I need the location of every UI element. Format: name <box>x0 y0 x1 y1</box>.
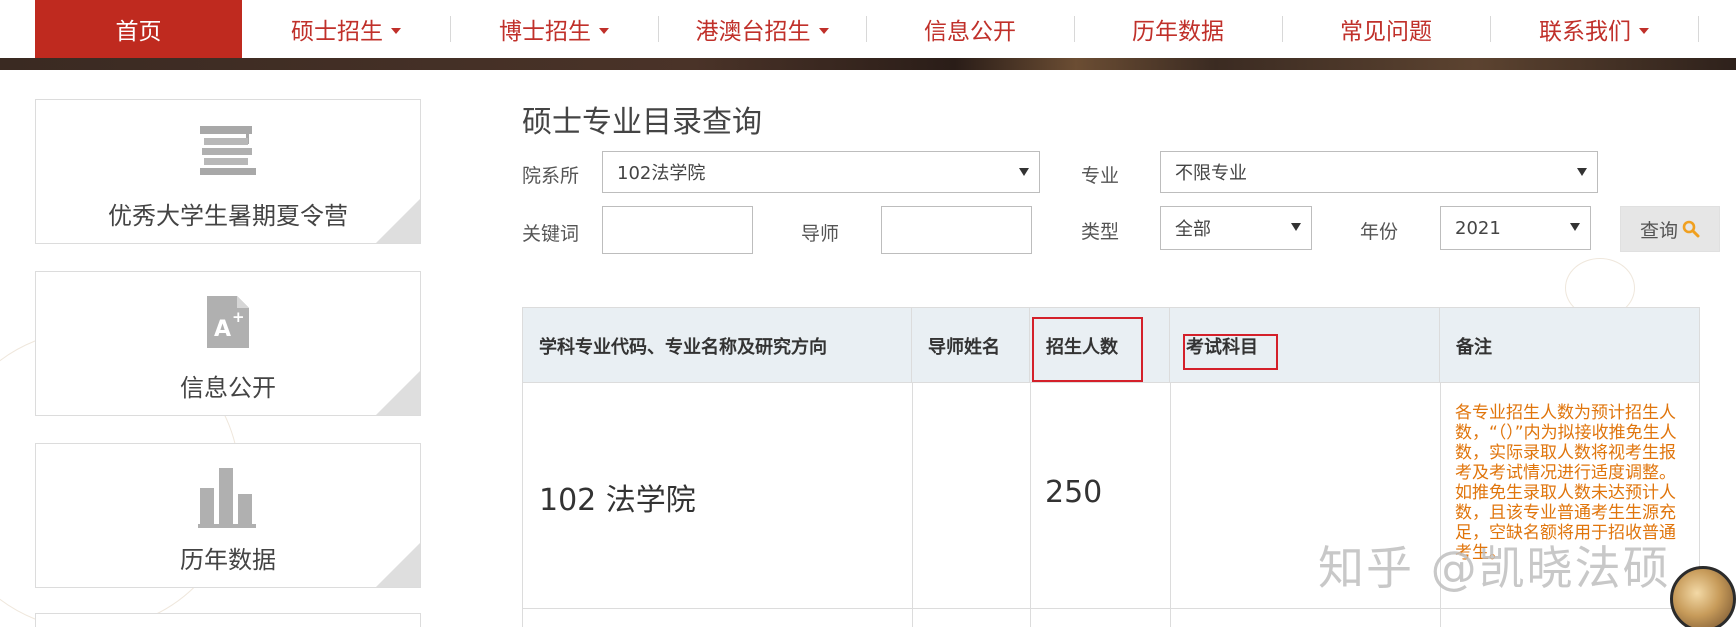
chevron-down-icon <box>1639 28 1649 34</box>
nav-item-label: 信息公开 <box>924 19 1016 45</box>
department-select[interactable]: 102法学院 <box>602 151 1040 193</box>
avatar <box>1670 566 1736 627</box>
year-label: 年份 <box>1360 221 1399 243</box>
nav-item-label: 历年数据 <box>1132 19 1224 45</box>
nav-item-hk-macao-taiwan[interactable]: 港澳台招生 <box>658 0 866 58</box>
column-header-advisor: 导师姓名 <box>912 308 1030 383</box>
major-select[interactable]: 不限专业 <box>1160 151 1598 193</box>
page-title: 硕士专业目录查询 <box>522 105 762 140</box>
bar-chart-icon <box>36 466 420 528</box>
keyword-label: 关键词 <box>522 223 580 245</box>
table-cell-enrollment: 250 <box>1045 475 1103 510</box>
nav-item-label: 硕士招生 <box>291 19 383 45</box>
dropdown-arrow-icon <box>1570 223 1580 231</box>
nav-item-label: 港澳台招生 <box>695 19 811 45</box>
table-cell-major: 102 法学院 <box>539 483 696 518</box>
column-divider <box>1170 383 1171 627</box>
dropdown-arrow-icon <box>1019 168 1029 176</box>
nav-item-home[interactable]: 首页 <box>35 0 242 58</box>
nav-divider <box>1698 16 1699 42</box>
column-divider <box>912 383 913 627</box>
card-corner <box>376 543 420 587</box>
sidebar-card-summer-camp[interactable]: 优秀大学生暑期夏令营 <box>35 99 421 244</box>
chevron-down-icon <box>599 28 609 34</box>
dropdown-arrow-icon <box>1291 223 1301 231</box>
watermark: 知乎 @凯晓法硕 <box>1318 541 1671 595</box>
keyword-input[interactable] <box>602 206 753 254</box>
nav-item-info-disclosure[interactable]: 信息公开 <box>866 0 1074 58</box>
query-button[interactable]: 查询 <box>1620 206 1720 252</box>
nav-item-label: 首页 <box>115 19 162 45</box>
year-select-value: 2021 <box>1455 217 1501 239</box>
major-select-value: 不限专业 <box>1175 163 1247 184</box>
sidebar-card-history-data[interactable]: 历年数据 <box>35 443 421 588</box>
major-label: 专业 <box>1081 165 1120 187</box>
nav-item-contact[interactable]: 联系我们 <box>1490 0 1698 58</box>
department-label: 院系所 <box>522 165 580 187</box>
sidebar-card-label: 历年数据 <box>180 546 276 574</box>
chevron-down-icon <box>391 28 401 34</box>
sidebar-card-label: 优秀大学生暑期夏令营 <box>108 202 348 230</box>
type-select-value: 全部 <box>1175 219 1211 240</box>
document-a-plus-icon: A + <box>36 294 420 350</box>
type-label: 类型 <box>1081 221 1120 243</box>
department-select-value: 102法学院 <box>617 163 706 184</box>
nav-item-label: 博士招生 <box>499 19 591 45</box>
sidebar-card-next[interactable] <box>35 613 421 627</box>
nav-item-label: 常见问题 <box>1340 19 1432 45</box>
dropdown-arrow-icon <box>1577 168 1587 176</box>
advisor-input[interactable] <box>881 206 1032 254</box>
advisor-label: 导师 <box>801 223 840 245</box>
sidebar-card-label: 信息公开 <box>180 374 276 402</box>
column-header-major: 学科专业代码、专业名称及研究方向 <box>523 308 912 383</box>
banner-strip <box>0 58 1736 70</box>
row-divider <box>523 608 1699 609</box>
card-corner <box>376 199 420 243</box>
highlight-box-enrollment <box>1032 317 1143 382</box>
query-button-label: 查询 <box>1639 219 1678 242</box>
highlight-box-exam-subjects <box>1183 334 1278 370</box>
year-select[interactable]: 2021 <box>1440 206 1591 250</box>
nav-item-doctor-admission[interactable]: 博士招生 <box>450 0 658 58</box>
card-corner <box>376 371 420 415</box>
svg-text:+: + <box>232 308 245 326</box>
graduation-cap-books-icon <box>36 122 420 178</box>
nav-item-faq[interactable]: 常见问题 <box>1282 0 1490 58</box>
nav-item-master-admission[interactable]: 硕士招生 <box>242 0 450 58</box>
column-header-note: 备注 <box>1456 336 1492 358</box>
chevron-down-icon <box>818 28 829 34</box>
svg-text:A: A <box>214 317 231 342</box>
type-select[interactable]: 全部 <box>1160 206 1312 250</box>
search-icon <box>1682 220 1700 238</box>
nav-item-label: 联系我们 <box>1539 19 1631 45</box>
column-divider <box>1030 383 1031 627</box>
nav-item-history-data[interactable]: 历年数据 <box>1074 0 1282 58</box>
top-nav: 首页 硕士招生 博士招生 港澳台招生 信息公开 历年数据 常见问题 联系我们 <box>0 0 1736 60</box>
sidebar-card-info-disclosure[interactable]: A + 信息公开 <box>35 271 421 416</box>
